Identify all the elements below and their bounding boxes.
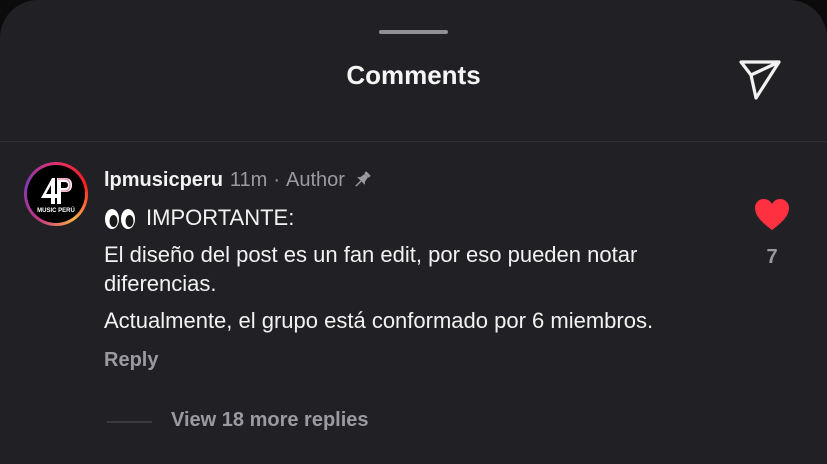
page-title: Comments — [346, 60, 481, 90]
comment-text-line: Actualmente, el grupo está conformado po… — [104, 308, 654, 333]
comment-text-line: IMPORTANTE: — [104, 203, 704, 232]
username[interactable]: lpmusicperu — [104, 169, 223, 192]
share-button[interactable] — [736, 53, 784, 101]
replies-divider-line — [107, 421, 152, 423]
pin-icon — [355, 171, 371, 187]
reply-button[interactable]: Reply — [104, 349, 158, 372]
send-icon — [739, 60, 781, 100]
eyes-emoji-icon — [105, 209, 135, 230]
lp-music-peru-logo: MUSIC PERÚ — [37, 178, 75, 214]
avatar[interactable]: MUSIC PERÚ — [24, 162, 88, 226]
svg-text:MUSIC PERÚ: MUSIC PERÚ — [37, 207, 75, 214]
like-button[interactable] — [754, 198, 790, 232]
heart-filled-icon — [755, 199, 789, 230]
comments-sheet: Comments MUSIC PERÚ lpmusicperu 11m · Au… — [0, 0, 827, 464]
comment-time: 11m — [229, 168, 268, 191]
header-divider — [0, 141, 827, 142]
comment-meta: lpmusicperu 11m · Author — [104, 166, 704, 194]
meta-separator: · — [273, 168, 281, 191]
like-count: 7 — [766, 246, 778, 268]
author-badge: Author — [286, 168, 345, 191]
view-more-replies-button[interactable]: View 18 more replies — [171, 409, 369, 432]
sheet-grab-handle[interactable] — [379, 30, 448, 34]
comment: lpmusicperu 11m · Author IMPORTANTE: El … — [104, 166, 704, 372]
comment-text-line: El diseño del post es un fan edit, por e… — [104, 242, 638, 296]
